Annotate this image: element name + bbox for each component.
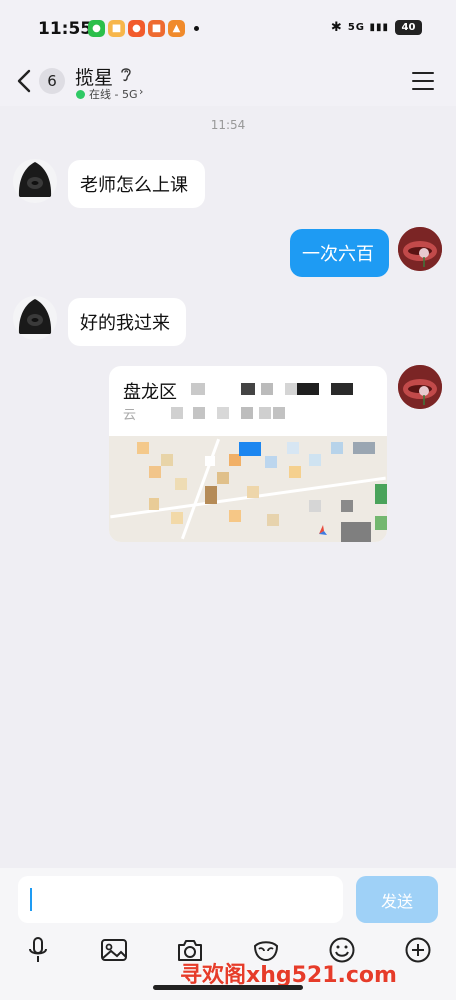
message-bubble-incoming[interactable]: 好的我过来 [68, 298, 186, 346]
lips-photo-icon [398, 365, 442, 409]
send-button[interactable]: 发送 [356, 876, 438, 923]
redacted-block [171, 407, 183, 419]
status-time: 11:55 [38, 19, 93, 39]
app-icon: ▲ [168, 20, 185, 37]
redacted-block [259, 407, 271, 419]
text-caret [30, 888, 32, 911]
chevron-right-icon[interactable]: › [139, 85, 143, 98]
my-avatar[interactable] [398, 365, 442, 409]
bluetooth-icon: ✱ [330, 20, 342, 35]
compass-icon [319, 525, 327, 535]
redacted-block [241, 407, 253, 419]
wechat-icon: ● [88, 20, 105, 37]
app-icon: ■ [148, 20, 165, 37]
contact-avatar[interactable] [13, 296, 57, 340]
redacted-block [193, 407, 205, 419]
redacted-block [285, 383, 297, 395]
message-bubble-incoming[interactable]: 老师怎么上课 [68, 160, 205, 208]
redacted-block [273, 407, 285, 419]
redacted-block [191, 383, 205, 395]
back-chevron-icon[interactable] [14, 66, 36, 96]
redacted-block [261, 383, 273, 395]
hooded-figure-icon [18, 299, 52, 334]
location-map[interactable] [109, 436, 387, 542]
location-card[interactable]: 盘龙区 云 [109, 366, 387, 542]
message-input[interactable] [18, 876, 343, 923]
notification-icons: ● ■ ● ■ ▲ [88, 20, 199, 37]
chat-screen: 11:55 ● ■ ● ■ ▲ ✱ 5G ▮▮▮ 40 6 揽星 在线 - 5G… [0, 0, 456, 1000]
location-title: 盘龙区 [123, 382, 177, 403]
message-bubble-outgoing[interactable]: 一次六百 [290, 229, 389, 277]
menu-icon[interactable] [412, 72, 434, 90]
weibo-icon: ● [128, 20, 145, 37]
chat-header: 6 揽星 在线 - 5G › [0, 58, 456, 106]
redacted-block [297, 383, 319, 395]
contact-avatar[interactable] [13, 159, 57, 203]
taobao-icon: ■ [108, 20, 125, 37]
redacted-block [217, 407, 229, 419]
status-right: ✱ 5G ▮▮▮ 40 [331, 20, 422, 35]
more-notifications-dot [194, 26, 199, 31]
input-bar: 发送 寻欢阁xhg521.com [0, 868, 456, 1000]
ear-icon [121, 68, 131, 82]
my-avatar[interactable] [398, 227, 442, 271]
online-indicator [76, 90, 85, 99]
online-status[interactable]: 在线 - 5G [89, 86, 138, 102]
status-bar: 11:55 ● ■ ● ■ ▲ ✱ 5G ▮▮▮ 40 [0, 0, 456, 58]
lips-photo-icon [398, 227, 442, 271]
battery-icon: 40 [395, 20, 422, 35]
location-subtitle: 云 [123, 408, 137, 423]
home-indicator[interactable] [153, 985, 303, 990]
hooded-figure-icon [18, 162, 52, 197]
redacted-block [331, 383, 353, 395]
unread-count-badge[interactable]: 6 [39, 68, 65, 94]
signal-icon: 5G ▮▮▮ [347, 22, 389, 33]
plus-icon[interactable] [402, 934, 434, 966]
redacted-block [241, 383, 255, 395]
mic-icon[interactable] [22, 934, 54, 966]
image-icon[interactable] [98, 934, 130, 966]
chat-timestamp: 11:54 [210, 118, 246, 132]
